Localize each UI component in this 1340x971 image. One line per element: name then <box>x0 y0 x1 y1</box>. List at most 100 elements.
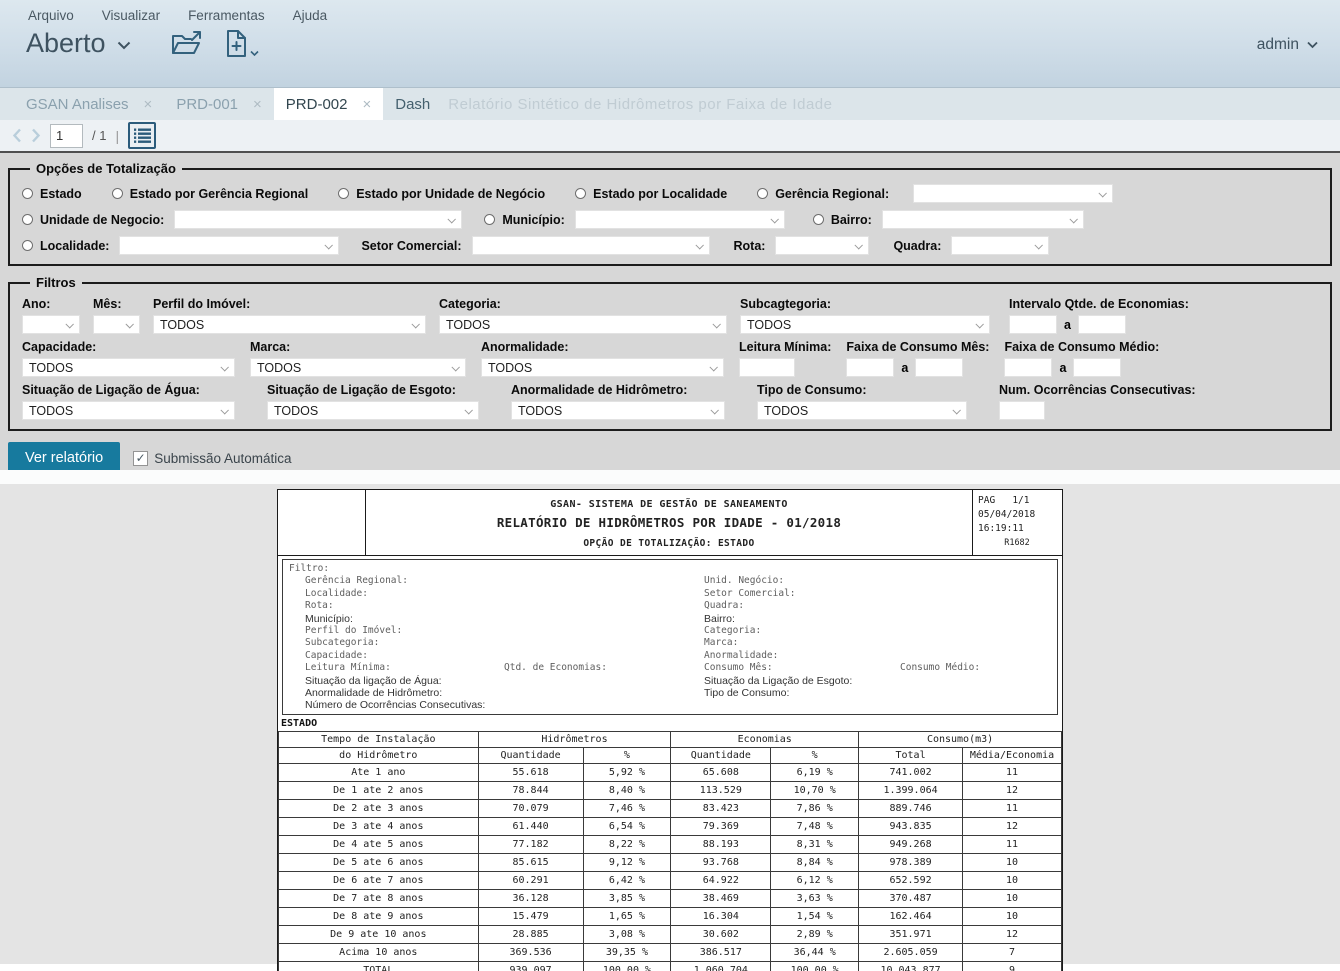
report-page-indicator: PAG 1/1 <box>978 494 1062 508</box>
cell: 162.464 <box>859 907 963 925</box>
table-row: De 7 ate 8 anos36.1283,85 %38.4693,63 %3… <box>279 889 1062 907</box>
chevron-down-icon <box>220 406 228 414</box>
filtros-fieldset: Filtros Ano: Mês: Perfil do Imóvel:TODOS… <box>8 275 1332 431</box>
bairro-select[interactable] <box>882 210 1084 229</box>
filter-line: Marca: <box>704 637 1051 649</box>
table-row: De 6 ate 7 anos60.2916,42 %64.9226,12 %6… <box>279 871 1062 889</box>
num-ocorrencias-input[interactable] <box>999 401 1045 420</box>
page-list-button[interactable] <box>128 122 156 149</box>
prev-page-button[interactable] <box>12 128 22 143</box>
cell: 65.608 <box>671 763 771 781</box>
close-icon[interactable]: × <box>362 97 371 112</box>
menu-visualizar[interactable]: Visualizar <box>102 8 160 23</box>
consumo-medio-ate-input[interactable] <box>1073 358 1121 377</box>
close-icon[interactable]: × <box>144 97 153 112</box>
radio-unidade-negocio[interactable]: Unidade de Negocio: <box>22 213 164 227</box>
cell: Quantidade <box>671 747 771 763</box>
anormalidade-select[interactable]: TODOS <box>481 358 724 377</box>
chevron-down-icon <box>695 241 703 249</box>
perfil-imovel-select[interactable]: TODOS <box>153 315 426 334</box>
chevron-down-icon <box>712 320 720 328</box>
gerencia-regional-select[interactable] <box>913 184 1113 203</box>
filtros-legend: Filtros <box>30 275 82 290</box>
select-value: TODOS <box>488 361 532 375</box>
cell: Acima 10 anos <box>279 943 479 961</box>
quadra-select[interactable] <box>951 236 1049 255</box>
radio-bairro[interactable]: Bairro: <box>813 213 872 227</box>
filter-line: Número de Ocorrências Consecutivas: <box>289 699 704 711</box>
open-dropdown[interactable]: Aberto <box>26 28 131 59</box>
user-menu[interactable]: admin <box>1257 36 1318 54</box>
cell: Tempo de Instalação <box>279 731 479 747</box>
next-page-button[interactable] <box>31 128 41 143</box>
chevron-down-icon <box>125 320 133 328</box>
tab-prd-002[interactable]: PRD-002 × <box>274 88 383 120</box>
menu-arquivo[interactable]: Arquivo <box>28 8 74 23</box>
open-folder-button[interactable] <box>171 31 202 56</box>
localidade-select[interactable] <box>119 236 339 255</box>
economias-ate-input[interactable] <box>1078 315 1126 334</box>
subcategoria-select[interactable]: TODOS <box>740 315 990 334</box>
mes-label: Mês: <box>93 297 140 311</box>
cell: De 3 ate 4 anos <box>279 817 479 835</box>
situacao-agua-select[interactable]: TODOS <box>22 401 235 420</box>
close-icon[interactable]: × <box>253 97 262 112</box>
page-count-label: / 1 <box>92 128 106 143</box>
radio-estado-gerencia[interactable]: Estado por Gerência Regional <box>112 187 309 201</box>
select-value: TODOS <box>274 404 318 418</box>
tab-prd-001[interactable]: PRD-001 × <box>164 88 273 120</box>
filter-line: Município: <box>289 613 704 625</box>
cell: 3,08 % <box>583 925 671 943</box>
chevron-down-icon <box>952 406 960 414</box>
submissao-automatica-checkbox[interactable]: ✓ Submissão Automática <box>133 451 291 466</box>
economias-de-input[interactable] <box>1009 315 1057 334</box>
radio-estado-unidade[interactable]: Estado por Unidade de Negócio <box>338 187 545 201</box>
consumo-mes-ate-input[interactable] <box>915 358 963 377</box>
radio-municipio[interactable]: Município: <box>484 213 565 227</box>
chevron-down-icon <box>1099 189 1107 197</box>
municipio-select[interactable] <box>575 210 785 229</box>
capacidade-select[interactable]: TODOS <box>22 358 235 377</box>
chevron-down-icon <box>250 50 259 57</box>
situacao-esgoto-select[interactable]: TODOS <box>267 401 479 420</box>
radio-gerencia-regional[interactable]: Gerência Regional: <box>757 187 889 201</box>
filter-summary-right-column: Unid. Negócio: Setor Comercial: Quadra: … <box>704 563 1051 712</box>
menu-ajuda[interactable]: Ajuda <box>293 8 328 23</box>
page-number-input[interactable] <box>50 124 83 148</box>
radio-estado[interactable]: Estado <box>22 187 82 201</box>
chevron-down-icon <box>770 215 778 223</box>
cell: Ate 1 ano <box>279 763 479 781</box>
cell: 8,40 % <box>583 781 671 799</box>
new-document-icon <box>226 30 247 57</box>
cell: 7,48 % <box>771 817 859 835</box>
leitura-minima-input[interactable] <box>739 358 795 377</box>
tab-gsan-analises[interactable]: GSAN Analises × <box>14 88 164 120</box>
tab-dash[interactable]: Dash <box>383 88 442 120</box>
menu-ferramentas[interactable]: Ferramentas <box>188 8 265 23</box>
filtros-row-3: Situação de Ligação de Água:TODOS Situaç… <box>22 383 1318 420</box>
tipo-consumo-select[interactable]: TODOS <box>757 401 967 420</box>
ano-select[interactable] <box>22 315 80 334</box>
pager-toolbar: / 1 | <box>0 120 1340 153</box>
unidade-negocio-select[interactable] <box>174 210 462 229</box>
mes-select[interactable] <box>93 315 140 334</box>
consumo-medio-de-input[interactable] <box>1004 358 1052 377</box>
anormalidade-hidrometro-select[interactable]: TODOS <box>511 401 725 420</box>
new-document-button[interactable] <box>226 30 259 57</box>
cell: 36,44 % <box>771 943 859 961</box>
radio-localidade[interactable]: Localidade: <box>22 239 109 253</box>
cell: 79.369 <box>671 817 771 835</box>
categoria-select[interactable]: TODOS <box>439 315 727 334</box>
setor-comercial-select[interactable] <box>472 236 710 255</box>
cell: 9 <box>962 961 1061 971</box>
cell: 28.885 <box>478 925 583 943</box>
filter-summary-left-column: Filtro: Gerência Regional: Localidade: R… <box>289 563 704 712</box>
rota-select[interactable] <box>775 236 869 255</box>
radio-estado-localidade[interactable]: Estado por Localidade <box>575 187 727 201</box>
chevron-down-icon <box>65 320 73 328</box>
cell: 60.291 <box>478 871 583 889</box>
marca-select[interactable]: TODOS <box>250 358 466 377</box>
consumo-mes-de-input[interactable] <box>846 358 894 377</box>
cell: De 8 ate 9 anos <box>279 907 479 925</box>
ver-relatorio-button[interactable]: Ver relatório <box>8 442 120 470</box>
